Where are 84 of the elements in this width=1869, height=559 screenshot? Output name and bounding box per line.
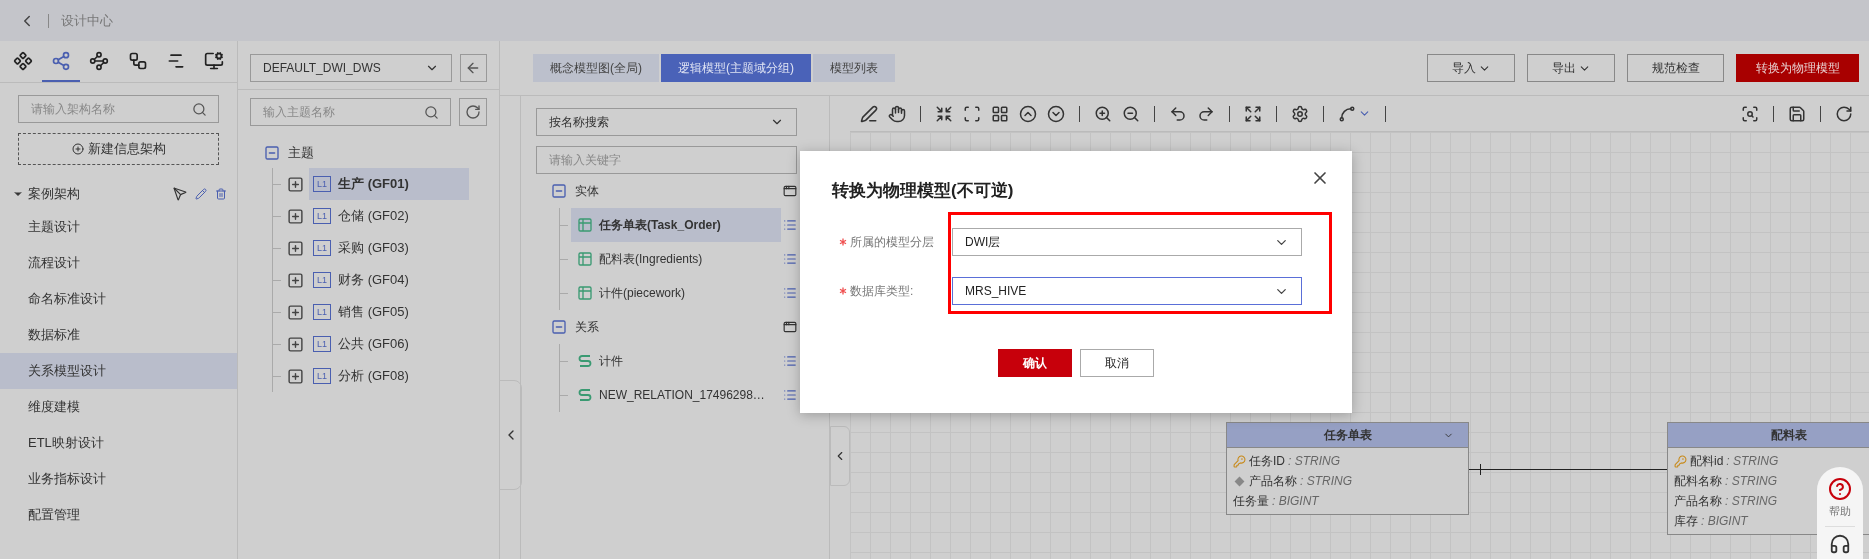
level-tag: L1 — [313, 208, 331, 224]
tree-item-label: 配料表(Ingredients) — [599, 251, 703, 268]
tree-item[interactable]: L1 仓储 (GF02) — [309, 200, 469, 232]
search-field[interactable]: 请输入架构名称 — [18, 95, 219, 123]
tree-item[interactable]: L1 销售 (GF05) — [309, 296, 469, 328]
tree-node-label: 主题 — [288, 144, 314, 163]
tree-item-label: 采购 (GF03) — [338, 239, 409, 258]
toolbar-button[interactable]: 转换为物理模型 — [1736, 54, 1859, 82]
field-name: 产品名称 — [1674, 493, 1722, 510]
level-tag: L1 — [313, 304, 331, 320]
entity-card[interactable]: 任务单表 任务ID : STRING 产品名称 : STRING 任务量 : BIGINT — [1226, 422, 1469, 515]
entity-title: 任务单表 — [1323, 427, 1372, 444]
sidebar-item[interactable]: 维度建模 — [0, 389, 237, 425]
sidebar-item[interactable]: 流程设计 — [0, 245, 237, 281]
level-tag: L1 — [313, 176, 331, 192]
field-name: 库存 — [1674, 513, 1698, 530]
sidebar-item[interactable]: 业务指标设计 — [0, 461, 237, 497]
tree-item-label: 生产 (GF01) — [338, 175, 409, 194]
field-type: : STRING — [1726, 453, 1779, 470]
tree-item[interactable]: L1 采购 (GF03) — [309, 232, 469, 264]
dialog-button[interactable]: 确认 — [998, 348, 1072, 377]
sidebar-item[interactable]: 命名标准设计 — [0, 281, 237, 317]
tree-title: 案例架构 — [28, 185, 80, 204]
toolbar-button[interactable]: 规范检查 — [1627, 54, 1724, 82]
tree-item[interactable]: 配料表(Ingredients) — [571, 242, 781, 276]
select-field[interactable]: DWI层 — [952, 228, 1302, 256]
field-type: : STRING — [1288, 453, 1340, 470]
field-name: 任务量 — [1233, 493, 1269, 510]
tree-item[interactable]: L1 生产 (GF01) — [309, 168, 469, 200]
search-field[interactable]: 输入主题名称 — [250, 98, 452, 126]
tree-item-label: 计件(piecework) — [599, 285, 685, 302]
layer-select[interactable]: DEFAULT_DWI_DWS — [250, 54, 452, 82]
level-tag: L1 — [313, 336, 331, 352]
tree-item[interactable]: 计件 — [571, 344, 781, 378]
tree-item-label: 财务 (GF04) — [338, 271, 409, 290]
toolbar-button[interactable]: 导出 — [1527, 54, 1615, 82]
tree-item-label: 分析 (GF08) — [338, 367, 409, 386]
sidebar-item[interactable]: 主题设计 — [0, 209, 237, 245]
field-name: 任务ID — [1249, 453, 1285, 470]
help-widget[interactable]: 帮助 — [1817, 467, 1863, 559]
sidebar-item[interactable]: ETL映射设计 — [0, 425, 237, 461]
field-type: : BIGINT — [1701, 513, 1748, 530]
group-label: 实体 — [575, 183, 599, 200]
dialog-title: 转换为物理模型(不可逆) — [832, 180, 1015, 202]
view-tab[interactable]: 模型列表 — [813, 54, 895, 82]
tree-item[interactable]: L1 公共 (GF06) — [309, 328, 469, 360]
dialog-button[interactable]: 取消 — [1080, 348, 1154, 377]
field-type: : STRING — [1725, 473, 1777, 490]
tree-item[interactable]: NEW_RELATION_17496298… — [571, 378, 781, 412]
tree-item-label: 计件 — [599, 353, 623, 370]
tree-item-label: 仓储 (GF02) — [338, 207, 409, 226]
toolbar-button[interactable]: 导入 — [1427, 54, 1515, 82]
help-label: 帮助 — [1829, 504, 1851, 519]
field-label: 所属的模型分层 — [850, 234, 934, 251]
tree-item[interactable]: 计件(piecework) — [571, 276, 781, 310]
new-architecture-button[interactable]: 新建信息架构 — [18, 133, 219, 165]
search-mode-select[interactable]: 按名称搜索 — [536, 108, 797, 136]
field-type: : STRING — [1725, 493, 1777, 510]
level-tag: L1 — [313, 240, 331, 256]
group-label: 关系 — [575, 319, 599, 336]
sidebar-item[interactable]: 数据标准 — [0, 317, 237, 353]
tree-item-label: 公共 (GF06) — [338, 335, 409, 354]
select-field[interactable]: MRS_HIVE — [952, 277, 1302, 305]
sidebar-item[interactable]: 配置管理 — [0, 497, 237, 533]
entity-title: 配料表 — [1770, 427, 1807, 444]
keyword-field[interactable]: 请输入关键字 — [536, 146, 797, 174]
level-tag: L1 — [313, 272, 331, 288]
level-tag: L1 — [313, 368, 331, 384]
tree-item[interactable]: L1 财务 (GF04) — [309, 264, 469, 296]
view-tab[interactable]: 概念模型图(全局) — [533, 54, 659, 82]
field-name: 配料id — [1690, 453, 1724, 470]
tree-item-label: 任务单表(Task_Order) — [599, 217, 721, 234]
tree-item-label: NEW_RELATION_17496298… — [599, 387, 765, 404]
page-title: 设计中心 — [61, 11, 113, 30]
field-name: 配料名称 — [1674, 473, 1722, 490]
sidebar-item[interactable]: 关系模型设计 — [0, 353, 237, 389]
tree-item[interactable]: 任务单表(Task_Order) — [571, 208, 781, 242]
field-type: : BIGINT — [1272, 493, 1319, 510]
tree-item[interactable]: L1 分析 (GF08) — [309, 360, 469, 392]
field-name: 产品名称 — [1249, 473, 1297, 490]
field-type: : STRING — [1300, 473, 1352, 490]
tree-item-label: 销售 (GF05) — [338, 303, 409, 322]
view-tab[interactable]: 逻辑模型(主题域分组) — [661, 54, 811, 82]
field-label: 数据库类型: — [850, 283, 914, 300]
